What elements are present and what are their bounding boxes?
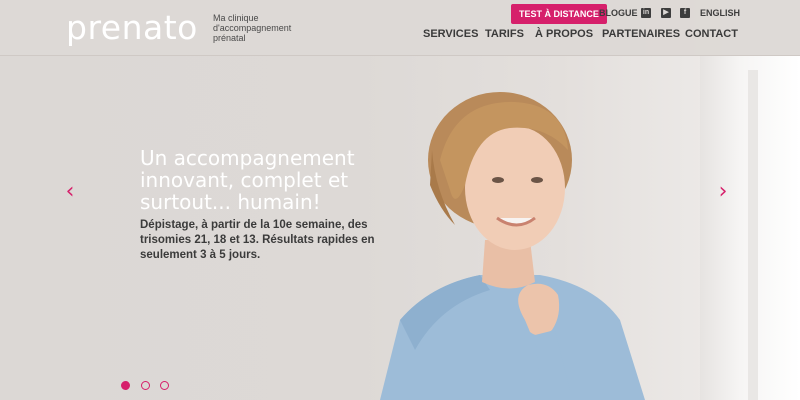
next-arrow-icon[interactable]: ›	[716, 181, 730, 203]
window-frame	[748, 70, 758, 400]
linkedin-icon[interactable]: in	[641, 8, 651, 18]
hero-photo-woman	[380, 92, 645, 400]
nav-services[interactable]: SERVICES	[423, 28, 478, 40]
nav-partenaires[interactable]: PARTENAIRES	[602, 28, 680, 40]
carousel-dot-2[interactable]	[141, 381, 150, 390]
slide-subtext: Dépistage, à partir de la 10e semaine, d…	[140, 219, 375, 261]
test-distance-button[interactable]: TEST À DISTANCE	[511, 4, 607, 24]
nav-tarifs[interactable]: TARIFS	[485, 28, 524, 40]
hero-slider	[0, 0, 800, 400]
blog-link[interactable]: BLOGUE	[599, 8, 638, 18]
prev-arrow-icon[interactable]: ‹	[63, 181, 77, 203]
brand-logo[interactable]: prenato	[66, 8, 198, 47]
slide-headline: Un accompagnement innovant, complet et s…	[140, 146, 355, 214]
nav-a-propos[interactable]: À PROPOS	[535, 28, 593, 40]
site-header: prenato Ma clinique d'accompagnement pré…	[0, 0, 800, 56]
youtube-icon[interactable]: ▶	[661, 8, 671, 18]
carousel-dot-3[interactable]	[160, 381, 169, 390]
language-link[interactable]: ENGLISH	[700, 8, 740, 18]
brand-tagline: Ma clinique d'accompagnement prénatal	[213, 13, 292, 43]
facebook-icon[interactable]: f	[680, 8, 690, 18]
carousel-dot-1[interactable]	[121, 381, 130, 390]
nav-contact[interactable]: CONTACT	[685, 28, 738, 40]
